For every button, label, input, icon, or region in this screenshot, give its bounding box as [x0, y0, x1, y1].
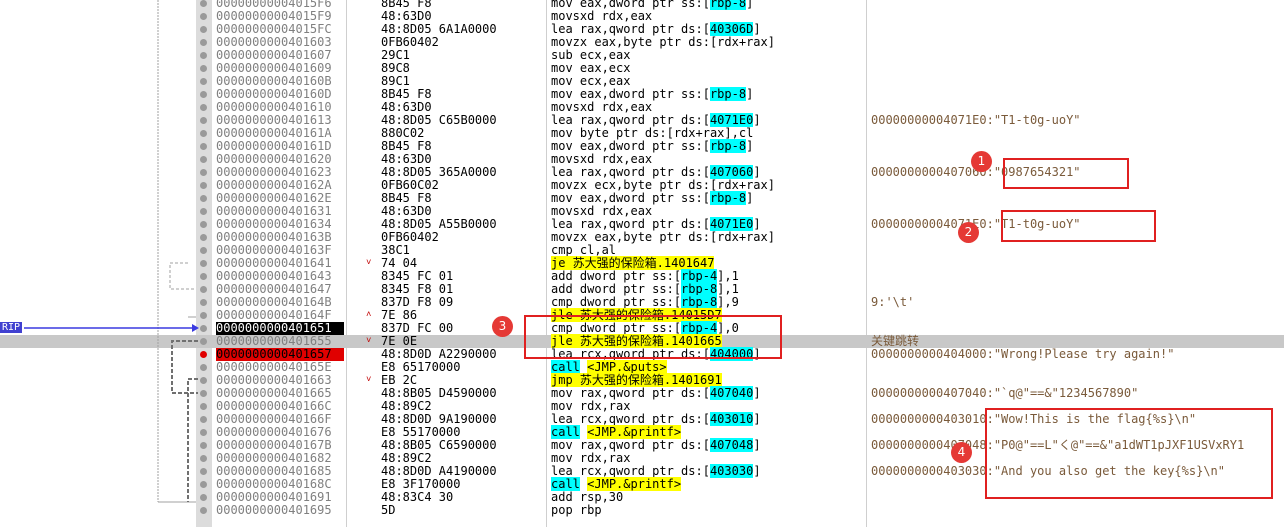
operand-highlight: 40306D — [709, 22, 754, 36]
asm-text: mov byte ptr ds:[rdx+rax],cl — [551, 126, 754, 140]
asm-text: ] — [746, 139, 754, 153]
annotation-badge-4: 4 — [951, 442, 972, 463]
instruction-asm: pop rbp — [551, 504, 602, 517]
operand-highlight: 407040 — [709, 386, 754, 400]
asm-text: movzx eax,byte ptr ds:[rdx+rax] — [551, 230, 775, 244]
rip-marker: RIP — [0, 322, 23, 333]
operand-highlight: rbp-4 — [681, 269, 718, 283]
asm-text: ],1 — [717, 269, 739, 283]
asm-text: ] — [753, 165, 761, 179]
asm-text: sub ecx,eax — [551, 48, 631, 62]
instruction-comment: 00000000004071E0:"T1-t0g-uoY" — [871, 113, 1081, 127]
operand-highlight: 407060 — [709, 165, 754, 179]
asm-text: ],1 — [717, 282, 739, 296]
asm-text: lea rax,qword ptr ds:[ — [551, 22, 710, 36]
asm-text: add dword ptr ss:[ — [551, 269, 682, 283]
asm-text: lea rax,qword ptr ds:[ — [551, 113, 710, 127]
branch-highlight: je — [551, 256, 566, 270]
annotation-box-4 — [985, 408, 1273, 499]
instruction-comment: 0000000000404000:"Wrong!Please try again… — [871, 347, 1175, 361]
operand-highlight: rbp-8 — [681, 295, 718, 309]
asm-text: movsxd rdx,eax — [551, 9, 653, 23]
asm-text: ] — [753, 217, 761, 231]
operand-highlight: rbp-8 — [709, 191, 747, 205]
asm-text: lea rax,qword ptr ds:[ — [551, 165, 710, 179]
instruction-comment: 9:'\t' — [871, 295, 915, 309]
asm-text: ] — [746, 191, 754, 205]
operand-highlight: 403030 — [709, 464, 754, 478]
asm-text: ],9 — [717, 295, 739, 309]
asm-text: pop rbp — [551, 503, 602, 517]
operand-highlight: 403010 — [709, 412, 754, 426]
asm-text: lea rcx,qword ptr ds:[ — [551, 464, 710, 478]
asm-text: lea rax,qword ptr ds:[ — [551, 217, 710, 231]
operand-highlight: 407048 — [709, 438, 754, 452]
instruction-bytes: 5D — [381, 503, 396, 517]
branch-highlight: 苏大强的保险箱.1401647 — [565, 256, 715, 270]
annotation-box-1 — [1003, 158, 1129, 189]
asm-text: mov eax,dword ptr ss:[ — [551, 87, 710, 101]
asm-text: mov rax,qword ptr ds:[ — [551, 386, 710, 400]
asm-text: lea rcx,qword ptr ds:[ — [551, 412, 710, 426]
annotation-badge-1: 1 — [971, 151, 992, 172]
operand-highlight: 4071E0 — [709, 217, 754, 231]
asm-text: ] — [753, 22, 761, 36]
asm-text: ] — [746, 87, 754, 101]
annotation-box-3 — [524, 315, 782, 359]
operand-highlight: call — [551, 360, 580, 374]
asm-text: movsxd rdx,eax — [551, 204, 653, 218]
operand-highlight: call — [551, 425, 580, 439]
asm-text: mov rdx,rax — [551, 399, 631, 413]
annotation-badge-2: 2 — [958, 222, 979, 243]
asm-text: mov ecx,eax — [551, 74, 631, 88]
asm-text: mov eax,ecx — [551, 61, 631, 75]
operand-highlight: 4071E0 — [709, 113, 754, 127]
asm-text: add dword ptr ss:[ — [551, 282, 682, 296]
asm-text: ] — [753, 412, 761, 426]
operand-highlight: call — [551, 477, 580, 491]
asm-text: ] — [753, 386, 761, 400]
asm-text: ] — [753, 438, 761, 452]
annotation-box-2 — [1001, 210, 1156, 242]
operand-highlight: rbp-8 — [709, 87, 747, 101]
asm-text: mov eax,dword ptr ss:[ — [551, 139, 710, 153]
asm-text: mov eax,dword ptr ss:[ — [551, 191, 710, 205]
asm-text: cmp cl,al — [551, 243, 617, 257]
branch-highlight: <JMP.&puts> — [587, 360, 667, 374]
asm-text: movsxd rdx,eax — [551, 152, 653, 166]
annotation-badge-3: 3 — [492, 316, 513, 337]
branch-highlight: <JMP.&printf> — [587, 425, 682, 439]
branch-highlight: <JMP.&printf> — [587, 477, 682, 491]
instruction-comment: 0000000000407040:"`q@"==&"1234567890" — [871, 386, 1139, 400]
asm-text: mov rax,qword ptr ds:[ — [551, 438, 710, 452]
asm-text: ] — [753, 113, 761, 127]
asm-text: movzx eax,byte ptr ds:[rdx+rax] — [551, 35, 775, 49]
branch-highlight: jmp 苏大强的保险箱.1401691 — [551, 373, 722, 387]
asm-text: cmp dword ptr ss:[ — [551, 295, 682, 309]
asm-text: movsxd rdx,eax — [551, 100, 653, 114]
operand-highlight: rbp-8 — [709, 139, 747, 153]
asm-text: ] — [746, 0, 754, 10]
asm-text: add rsp,30 — [551, 490, 624, 504]
operand-highlight: rbp-8 — [681, 282, 718, 296]
asm-text: movzx ecx,byte ptr ds:[rdx+rax] — [551, 178, 775, 192]
asm-text: ] — [753, 464, 761, 478]
jump-lines — [24, 0, 199, 503]
asm-text: mov rdx,rax — [551, 451, 631, 465]
operand-highlight: rbp-8 — [709, 0, 747, 10]
